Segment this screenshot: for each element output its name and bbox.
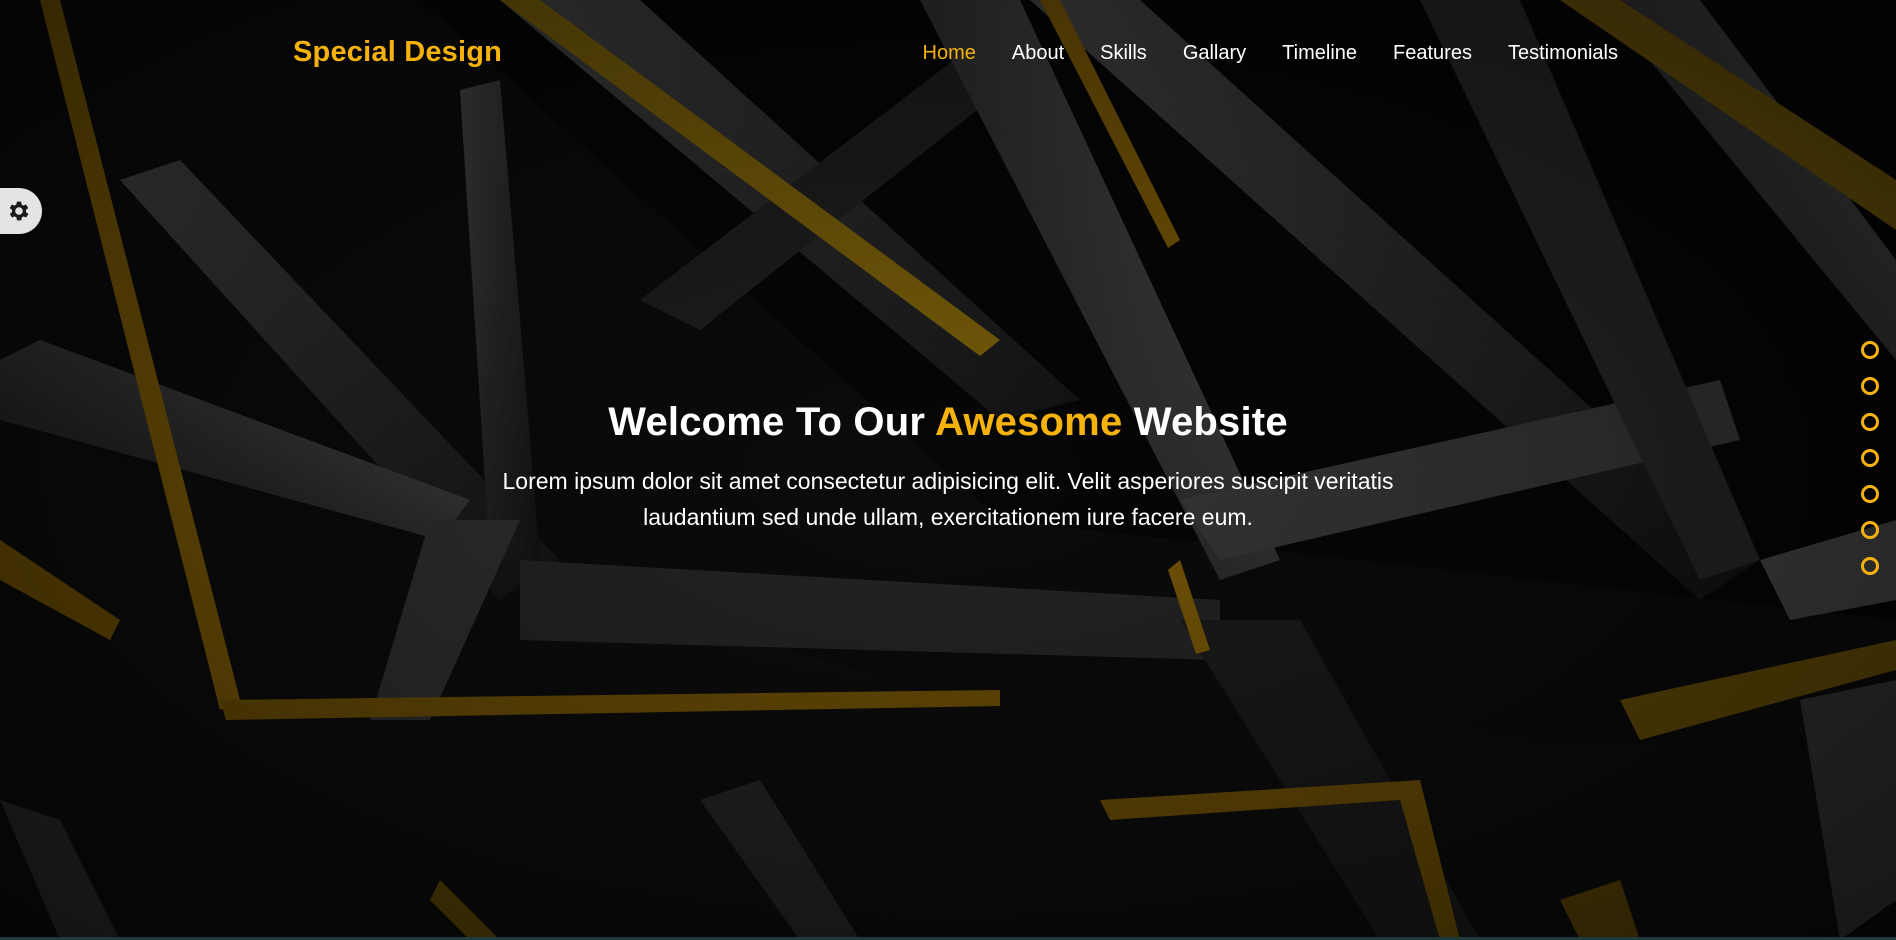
nav-bullet-6[interactable]: [1861, 521, 1879, 539]
nav-link-timeline[interactable]: Timeline: [1282, 42, 1357, 64]
nav-item-testimonials: Testimonials: [1508, 42, 1618, 65]
intro-section: Welcome To Our Awesome Website Lorem ips…: [0, 400, 1896, 535]
nav-link-testimonials[interactable]: Testimonials: [1508, 42, 1618, 64]
main-nav: Home About Skills Gallary Timeline Featu…: [887, 42, 1618, 65]
nav-item-skills: Skills: [1100, 42, 1147, 65]
site-logo[interactable]: Special Design: [293, 36, 502, 69]
nav-bullet-3[interactable]: [1861, 413, 1879, 431]
nav-link-skills[interactable]: Skills: [1100, 42, 1147, 64]
nav-bullet-5[interactable]: [1861, 485, 1879, 503]
nav-bullet-1[interactable]: [1861, 341, 1879, 359]
nav-bullet-4[interactable]: [1861, 449, 1879, 467]
nav-link-features[interactable]: Features: [1393, 42, 1472, 64]
nav-bullet-7[interactable]: [1861, 557, 1879, 575]
intro-title-suffix: Website: [1133, 400, 1288, 444]
landing-hero: Special Design Home About Skills Gallary…: [0, 0, 1896, 940]
nav-item-features: Features: [1393, 42, 1472, 65]
nav-bullet-2[interactable]: [1861, 377, 1879, 395]
intro-title-accent: Awesome: [934, 400, 1123, 444]
nav-item-home: Home: [923, 42, 976, 65]
intro-title: Welcome To Our Awesome Website: [0, 400, 1896, 445]
gear-icon: [9, 201, 29, 221]
nav-item-about: About: [1012, 42, 1064, 65]
nav-link-gallary[interactable]: Gallary: [1183, 42, 1246, 64]
intro-paragraph: Lorem ipsum dolor sit amet consectetur a…: [502, 468, 1394, 530]
nav-item-gallary: Gallary: [1183, 42, 1246, 65]
nav-link-about[interactable]: About: [1012, 42, 1064, 64]
nav-bullets: [1861, 341, 1879, 575]
intro-title-prefix: Welcome To Our: [608, 400, 926, 444]
nav-item-timeline: Timeline: [1282, 42, 1357, 65]
site-header: Special Design Home About Skills Gallary…: [0, 0, 1896, 108]
nav-link-home[interactable]: Home: [923, 42, 976, 64]
